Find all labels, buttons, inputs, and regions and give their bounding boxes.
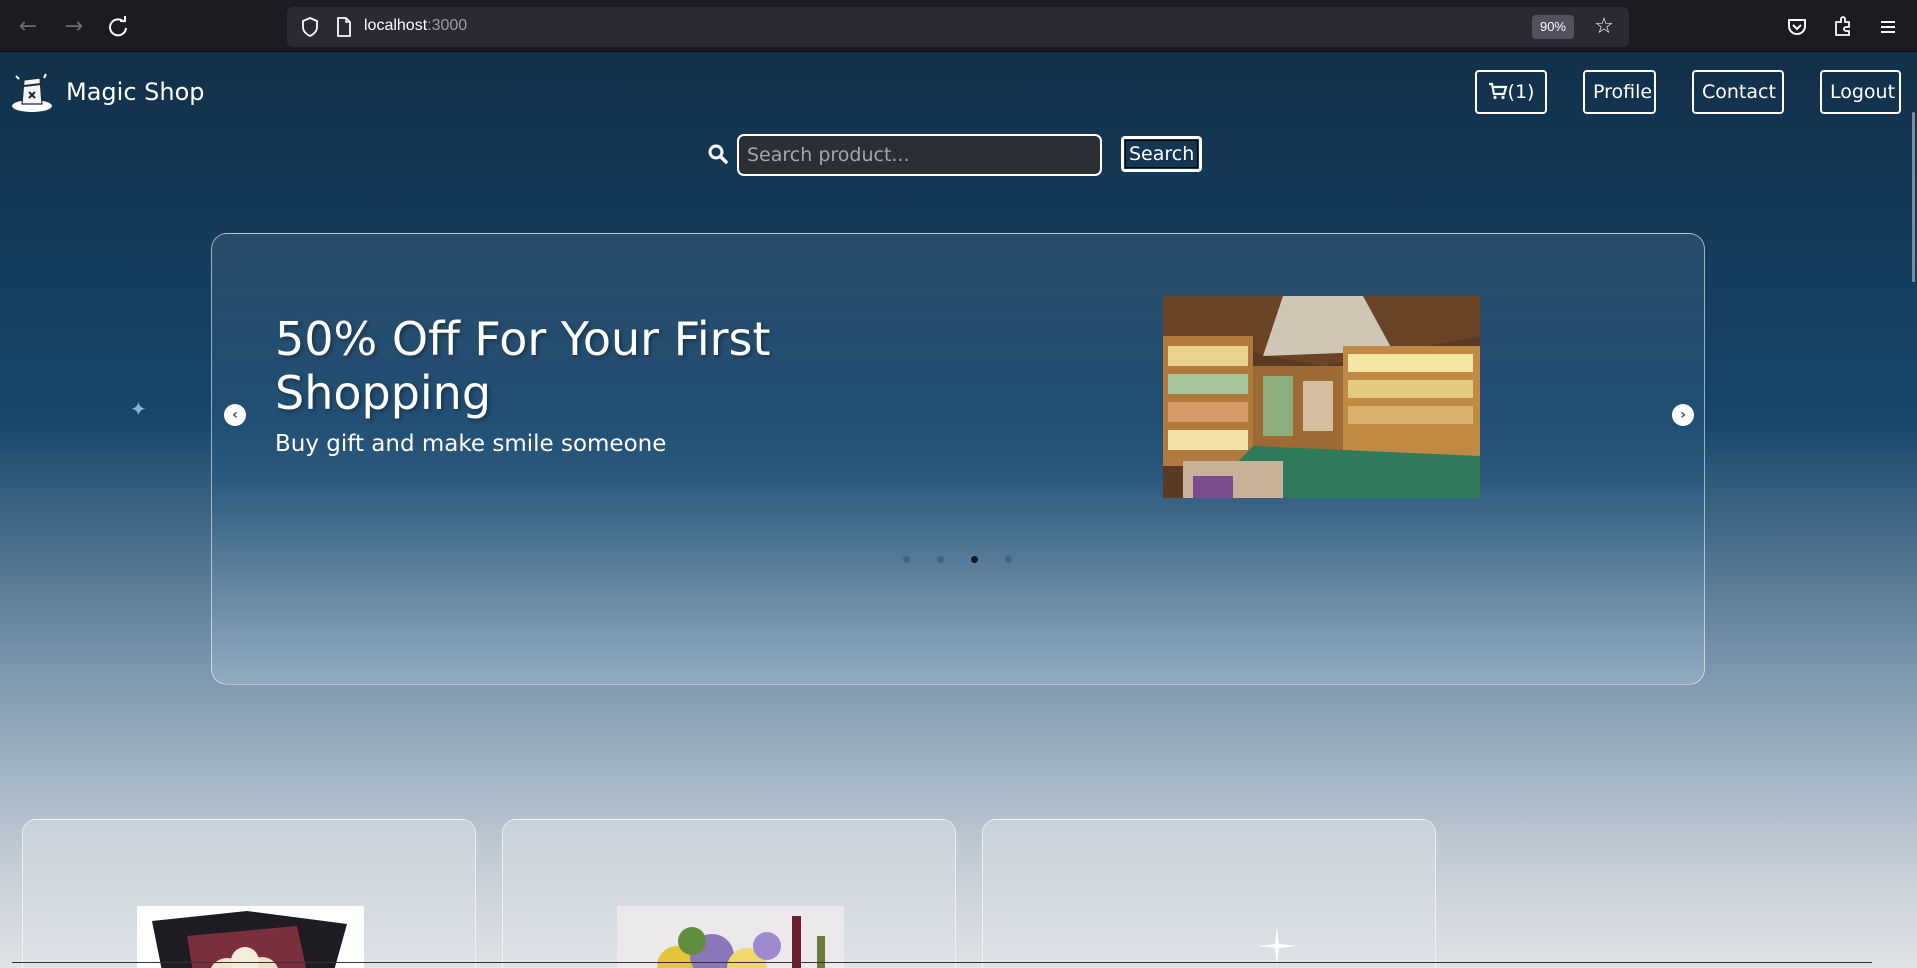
logout-button[interactable]: Logout xyxy=(1820,70,1901,114)
reload-icon[interactable] xyxy=(102,11,134,43)
url-text[interactable]: localhost:3000 xyxy=(364,17,467,35)
address-bar[interactable]: localhost:3000 90% ☆ xyxy=(287,7,1629,47)
back-arrow-icon[interactable]: ← xyxy=(12,11,44,43)
carousel-dot-4[interactable] xyxy=(1005,556,1012,563)
carousel-next-arrow-icon[interactable]: › xyxy=(1672,404,1694,426)
magic-hat-logo-icon xyxy=(10,70,54,114)
carousel-dot-3-active[interactable] xyxy=(971,556,978,563)
shop-interior-image xyxy=(1163,296,1480,498)
page-scrollbar[interactable] xyxy=(1912,112,1915,282)
brand[interactable]: Magic Shop xyxy=(10,70,205,114)
cart-icon xyxy=(1488,82,1507,100)
contact-button[interactable]: Contact xyxy=(1692,70,1784,114)
forward-arrow-icon[interactable]: → xyxy=(58,11,90,43)
promo-subtitle: Buy gift and make smile someone xyxy=(275,431,667,457)
cart-button[interactable]: (1) xyxy=(1475,70,1547,114)
pocket-icon[interactable] xyxy=(1782,12,1812,42)
product-card[interactable] xyxy=(22,819,476,968)
cart-count: (1) xyxy=(1507,81,1535,103)
page-content: Magic Shop (1) Profile Contact Logout Se… xyxy=(0,52,1917,968)
search-input[interactable] xyxy=(737,134,1102,176)
product-image xyxy=(617,906,844,968)
shield-icon[interactable] xyxy=(299,16,321,38)
product-image xyxy=(137,906,364,968)
zoom-level-badge[interactable]: 90% xyxy=(1531,15,1574,39)
promo-headline: 50% Off For Your First Shopping xyxy=(275,312,771,420)
promo-carousel: ‹ 50% Off For Your First Shopping Buy gi… xyxy=(211,233,1705,685)
carousel-dot-2[interactable] xyxy=(937,556,944,563)
product-image xyxy=(1097,906,1324,968)
search-icon xyxy=(707,143,729,165)
browser-toolbar: ← → localhost:3000 90% ☆ xyxy=(0,0,1917,52)
carousel-dot-1[interactable] xyxy=(903,556,910,563)
product-card[interactable] xyxy=(982,819,1436,968)
brand-name: Magic Shop xyxy=(66,78,205,106)
page-icon xyxy=(334,16,354,38)
carousel-indicators xyxy=(903,556,1012,563)
product-card[interactable] xyxy=(502,819,956,968)
divider xyxy=(12,962,1872,963)
carousel-prev-arrow-icon[interactable]: ‹ xyxy=(224,404,246,426)
sparkle-icon: ✦ xyxy=(130,397,147,421)
extensions-icon[interactable] xyxy=(1828,12,1858,42)
menu-icon[interactable] xyxy=(1873,12,1903,42)
profile-button[interactable]: Profile xyxy=(1583,70,1656,114)
bookmark-star-icon[interactable]: ☆ xyxy=(1591,14,1617,40)
search-button[interactable]: Search xyxy=(1121,136,1203,172)
